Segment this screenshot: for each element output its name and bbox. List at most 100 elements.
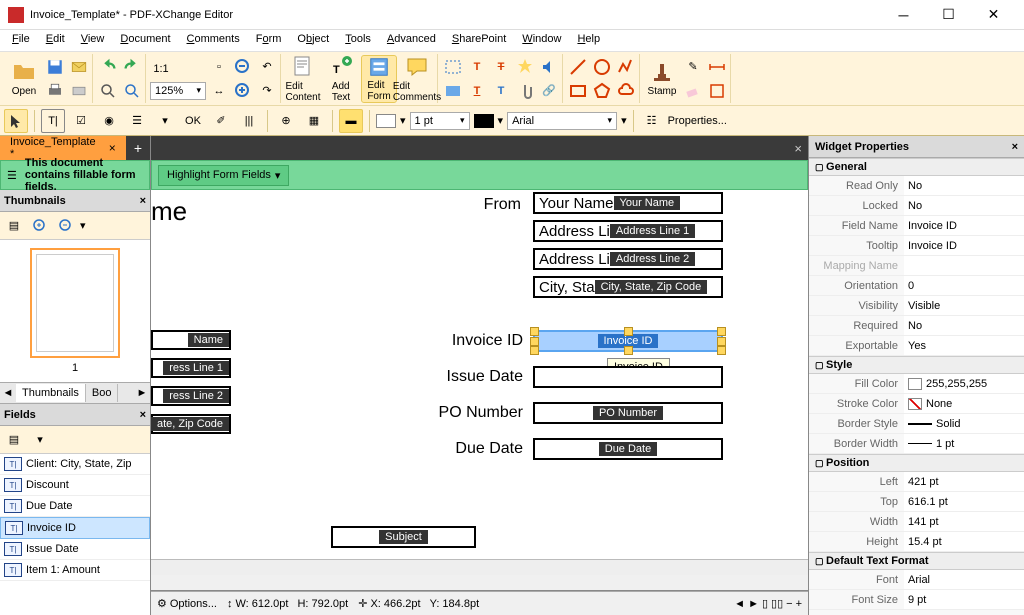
add-tab-button[interactable]: + bbox=[126, 140, 150, 156]
prop-row[interactable]: TooltipInvoice ID bbox=[809, 236, 1024, 256]
rotate-ccw-button[interactable]: ↶ bbox=[256, 56, 278, 78]
radio-tool[interactable]: ◉ bbox=[97, 109, 121, 133]
field-item[interactable]: T|Issue Date bbox=[0, 539, 150, 560]
button-tool[interactable]: OK bbox=[181, 109, 205, 133]
select-text-tool-icon[interactable] bbox=[442, 56, 464, 78]
polygon-shape-icon[interactable] bbox=[591, 80, 613, 102]
field-city[interactable]: City, Sta City, State, Zip Code bbox=[533, 276, 723, 298]
print-button[interactable] bbox=[44, 80, 66, 102]
stroke-color-swatch[interactable] bbox=[474, 114, 494, 128]
prop-row[interactable]: ExportableYes bbox=[809, 336, 1024, 356]
prop-row[interactable]: LockedNo bbox=[809, 196, 1024, 216]
link-tool-icon[interactable]: 🔗 bbox=[538, 80, 560, 102]
prop-row[interactable]: Read OnlyNo bbox=[809, 176, 1024, 196]
prop-row[interactable]: Width141 pt bbox=[809, 512, 1024, 532]
line-width-combo[interactable]: 1 pt bbox=[410, 112, 470, 130]
pdf-page[interactable]: me From Your Name Your Name Address Li A… bbox=[151, 190, 808, 559]
edit-content-button[interactable]: Edit Content bbox=[285, 55, 321, 103]
strikeout-tool-icon[interactable]: T bbox=[490, 56, 512, 78]
circle-shape-icon[interactable] bbox=[591, 56, 613, 78]
prop-row[interactable]: Fill Color255,255,255 bbox=[809, 374, 1024, 394]
dropdown-tool[interactable]: ▾ bbox=[153, 109, 177, 133]
status-next-icon[interactable]: ► bbox=[748, 598, 759, 610]
prop-row[interactable]: Font Size9 pt bbox=[809, 590, 1024, 610]
prop-row[interactable]: Left421 pt bbox=[809, 472, 1024, 492]
zoom-combo[interactable]: 125% bbox=[150, 82, 206, 100]
status-single-page-icon[interactable]: ▯ bbox=[762, 597, 768, 610]
field-item[interactable]: T|Client: City, State, Zip bbox=[0, 454, 150, 475]
signature-tool[interactable]: ✐ bbox=[209, 109, 233, 133]
fit-width-button[interactable]: ↔ bbox=[208, 80, 230, 102]
prop-row[interactable]: Top616.1 pt bbox=[809, 492, 1024, 512]
prop-row[interactable]: Orientation0 bbox=[809, 276, 1024, 296]
fit-page-button[interactable]: ▫ bbox=[208, 56, 230, 78]
field-po-number[interactable]: PO Number bbox=[533, 402, 723, 424]
prop-row[interactable]: FontArial bbox=[809, 570, 1024, 590]
grid-tool[interactable]: ▦ bbox=[302, 109, 326, 133]
zoom-out-button[interactable] bbox=[232, 56, 254, 78]
close-button[interactable]: ✕ bbox=[971, 1, 1016, 29]
menu-form[interactable]: Form bbox=[248, 30, 290, 51]
section-general[interactable]: General bbox=[809, 158, 1024, 176]
add-text-button[interactable]: T Add Text bbox=[323, 55, 359, 103]
text-field-tool[interactable]: T| bbox=[41, 109, 65, 133]
rect-shape-icon[interactable] bbox=[567, 80, 589, 102]
h-scrollbar[interactable] bbox=[151, 559, 808, 575]
pencil-tool-icon[interactable]: ✎ bbox=[682, 56, 704, 78]
edit-comments-button[interactable]: Edit Comments bbox=[399, 55, 435, 103]
section-position[interactable]: Position bbox=[809, 454, 1024, 472]
barcode-tool[interactable]: ||| bbox=[237, 109, 261, 133]
highlight-fields-tool[interactable]: ▬ bbox=[339, 109, 363, 133]
panel-tab-next[interactable]: ► bbox=[134, 385, 150, 401]
fill-color-swatch[interactable] bbox=[376, 114, 396, 128]
checkbox-tool[interactable]: ☑ bbox=[69, 109, 93, 133]
underline-tool-icon[interactable]: T bbox=[466, 80, 488, 102]
polyline-shape-icon[interactable] bbox=[615, 56, 637, 78]
open-button[interactable]: Open bbox=[6, 55, 42, 103]
prop-row[interactable]: VisibilityVisible bbox=[809, 296, 1024, 316]
menu-window[interactable]: Window bbox=[514, 30, 569, 51]
form-tool-icon[interactable] bbox=[442, 80, 464, 102]
status-zoom-in-icon[interactable]: + bbox=[796, 598, 802, 610]
menu-edit[interactable]: Edit bbox=[38, 30, 73, 51]
highlight-tool-icon[interactable]: T bbox=[466, 56, 488, 78]
field-due-date[interactable]: Due Date bbox=[533, 438, 723, 460]
field-addr2[interactable]: Address Li Address Line 2 bbox=[533, 248, 723, 270]
rotate-cw-button[interactable]: ↷ bbox=[256, 80, 278, 102]
undo-button[interactable] bbox=[97, 56, 119, 78]
menu-advanced[interactable]: Advanced bbox=[379, 30, 444, 51]
keep-mode-tool[interactable]: ⊕ bbox=[274, 109, 298, 133]
status-options[interactable]: ⚙ Options... bbox=[157, 597, 217, 610]
maximize-button[interactable]: ☐ bbox=[926, 1, 971, 29]
menu-object[interactable]: Object bbox=[289, 30, 337, 51]
measure-dist-icon[interactable] bbox=[706, 56, 728, 78]
attach-tool-icon[interactable] bbox=[514, 80, 536, 102]
find-button[interactable] bbox=[97, 80, 119, 102]
minimize-button[interactable]: ─ bbox=[881, 1, 926, 29]
measure-area-icon[interactable] bbox=[706, 80, 728, 102]
text-tool-icon[interactable]: T bbox=[490, 80, 512, 102]
document-viewport[interactable]: me From Your Name Your Name Address Li A… bbox=[151, 190, 808, 559]
panel-tab-bookmarks[interactable]: Boo bbox=[86, 384, 119, 402]
edit-form-button[interactable]: Edit Form bbox=[361, 55, 397, 103]
scan-button[interactable] bbox=[68, 80, 90, 102]
fields-options-icon[interactable]: ▤ bbox=[2, 428, 26, 452]
list-tool[interactable]: ☰ bbox=[125, 109, 149, 133]
props-close-icon[interactable]: × bbox=[1012, 141, 1018, 153]
prop-row[interactable]: Height15.4 pt bbox=[809, 532, 1024, 552]
field-item[interactable]: T|Discount bbox=[0, 475, 150, 496]
properties-label[interactable]: Properties... bbox=[668, 115, 727, 127]
tabstrip-close-icon[interactable]: × bbox=[794, 141, 802, 156]
star-tool-icon[interactable] bbox=[514, 56, 536, 78]
thumbnails-close-icon[interactable]: × bbox=[140, 195, 146, 207]
save-button[interactable] bbox=[44, 56, 66, 78]
font-combo[interactable]: Arial bbox=[507, 112, 617, 130]
eraser-tool-icon[interactable] bbox=[682, 80, 704, 102]
stamp-button[interactable]: Stamp bbox=[644, 55, 680, 103]
thumb-zoom-in-icon[interactable] bbox=[28, 214, 52, 238]
actual-size-button[interactable]: 1:1 bbox=[150, 58, 172, 80]
prop-row[interactable]: Border Style Solid bbox=[809, 414, 1024, 434]
line-shape-icon[interactable] bbox=[567, 56, 589, 78]
field-left-a2[interactable]: ress Line 2 bbox=[151, 386, 231, 406]
thumbnail-page-1[interactable] bbox=[30, 248, 120, 358]
